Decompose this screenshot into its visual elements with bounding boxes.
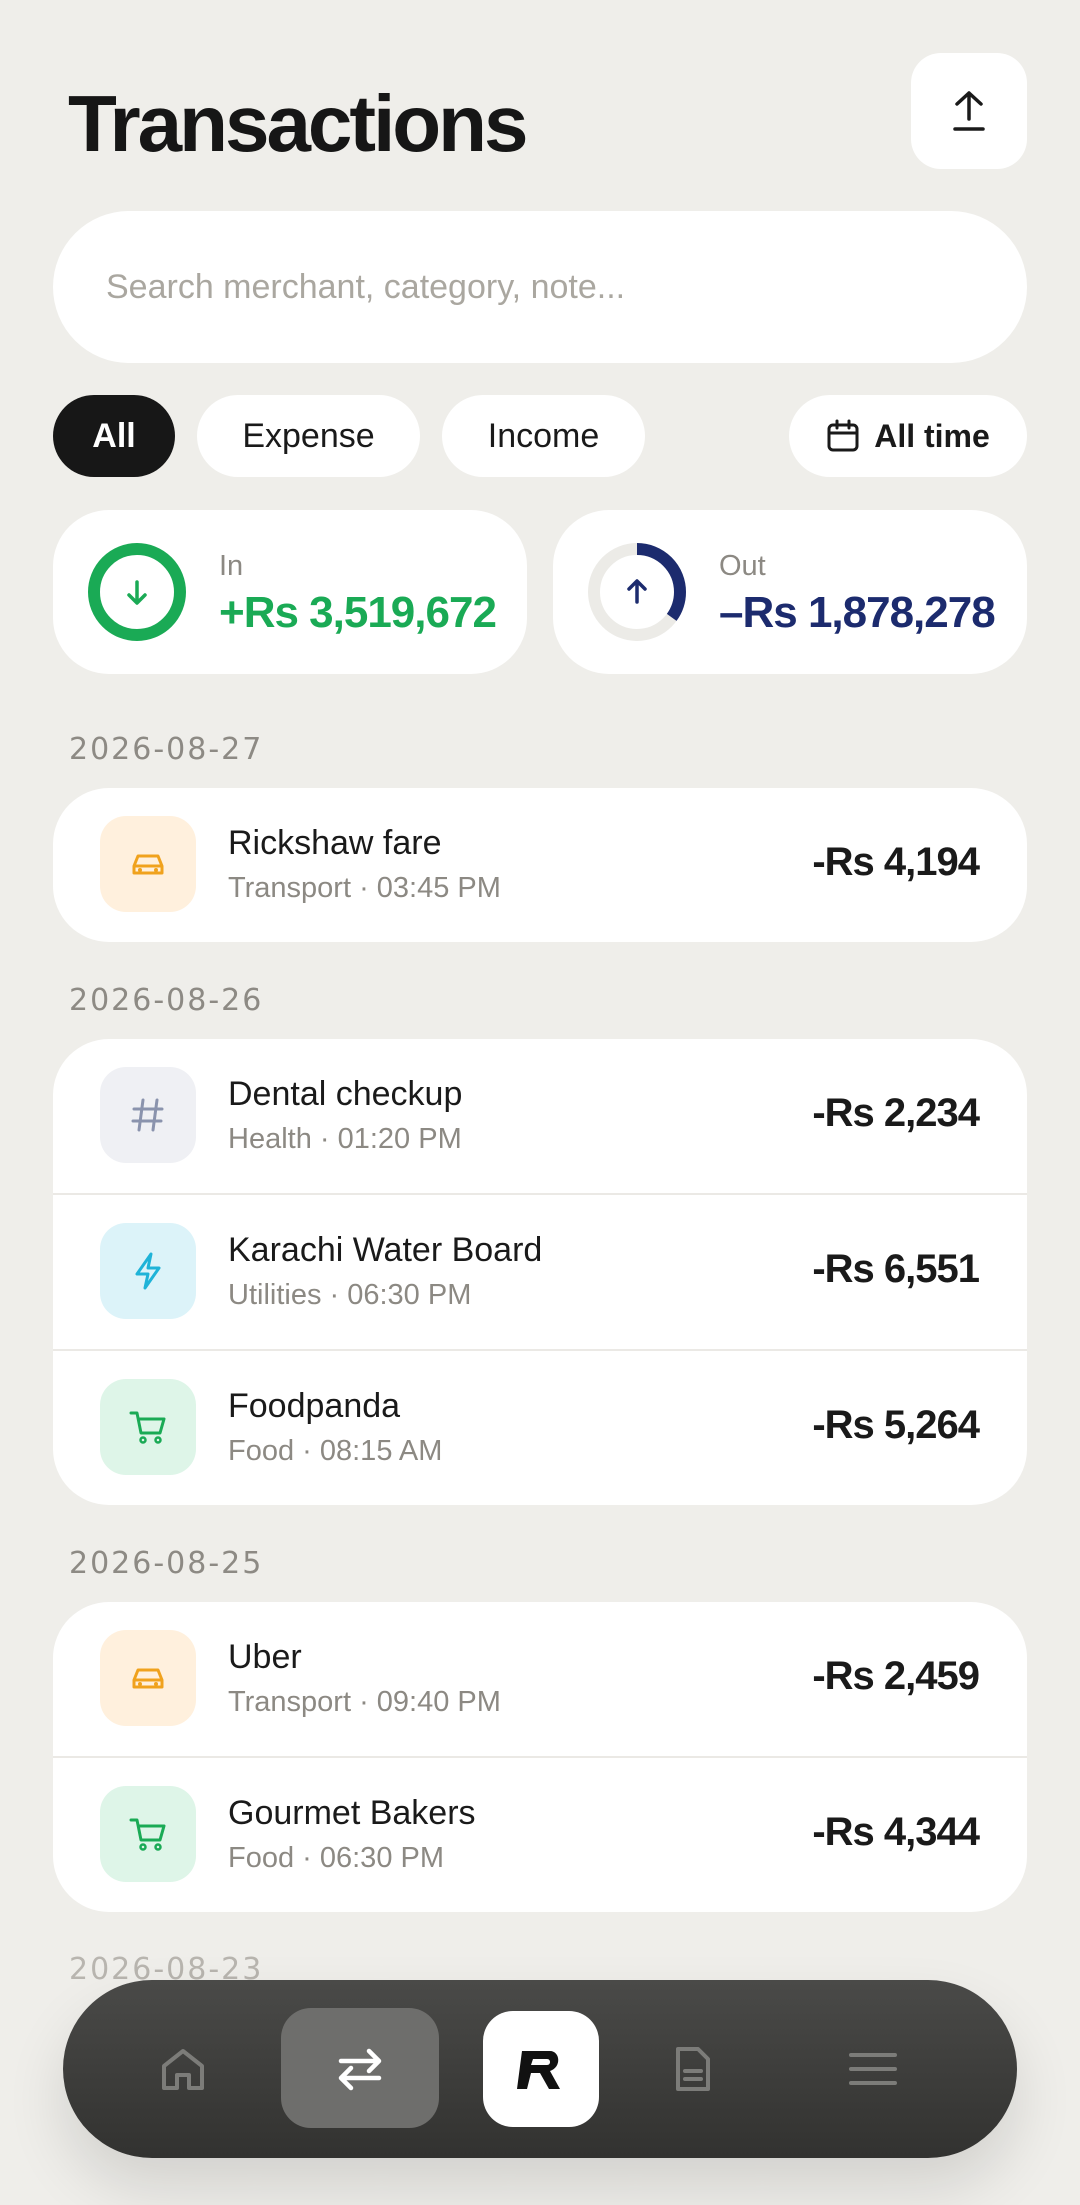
nav-home[interactable]	[123, 1980, 243, 2158]
transaction-row[interactable]: Uber Transport · 09:40 PM -Rs 2,459	[53, 1602, 1027, 1756]
transaction-row[interactable]: Rickshaw fare Transport · 03:45 PM -Rs 4…	[53, 788, 1027, 942]
filter-chip-label: Income	[487, 416, 600, 455]
date-header: 2026-08-25	[69, 1546, 264, 1581]
date-range-button[interactable]: All time	[789, 395, 1027, 477]
page-title: Transactions	[68, 79, 529, 168]
transaction-amount: -Rs 4,194	[812, 840, 980, 884]
transaction-amount: -Rs 2,234	[812, 1091, 980, 1135]
transfer-icon	[338, 2048, 382, 2091]
date-range-label: All time	[874, 417, 990, 454]
filter-chip-all[interactable]: All	[53, 395, 175, 477]
bolt-icon	[100, 1223, 196, 1319]
transaction-title: Karachi Water Board	[228, 1231, 543, 1269]
summary-in-value: +Rs 3,519,672	[219, 588, 497, 637]
summary-out-label: Out	[719, 550, 766, 582]
search-input[interactable]: Search merchant, category, note...	[53, 211, 1027, 363]
filter-chip-label: Expense	[242, 416, 375, 455]
nav-transactions[interactable]	[281, 1980, 439, 2158]
transaction-title: Dental checkup	[228, 1075, 463, 1113]
menu-icon	[849, 2053, 897, 2085]
transaction-group: Dental checkup Health · 01:20 PM -Rs 2,2…	[53, 1039, 1027, 1505]
cart-icon	[100, 1786, 196, 1882]
summary-in-label: In	[219, 550, 244, 582]
transaction-row[interactable]: Gourmet Bakers Food · 06:30 PM -Rs 4,344	[53, 1756, 1027, 1912]
home-icon	[162, 2049, 204, 2090]
transaction-amount: -Rs 5,264	[812, 1403, 980, 1447]
transaction-amount: -Rs 4,344	[812, 1810, 980, 1854]
summary-out-value: –Rs 1,878,278	[719, 588, 996, 637]
hash-icon	[100, 1067, 196, 1163]
arrow-down-icon	[127, 580, 147, 605]
transaction-subtitle: Utilities · 06:30 PM	[228, 1279, 472, 1311]
transaction-subtitle: Food · 08:15 AM	[228, 1435, 443, 1467]
date-header: 2026-08-26	[69, 983, 264, 1018]
summary-in-card: In +Rs 3,519,672	[53, 510, 527, 674]
transaction-group: Rickshaw fare Transport · 03:45 PM -Rs 4…	[53, 788, 1027, 942]
nav-app-logo[interactable]	[483, 2011, 599, 2127]
expense-ring	[588, 543, 686, 641]
nav-reports[interactable]	[633, 1980, 753, 2158]
transaction-subtitle: Food · 06:30 PM	[228, 1842, 444, 1874]
transaction-title: Uber	[228, 1638, 302, 1676]
transaction-row[interactable]: Foodpanda Food · 08:15 AM -Rs 5,264	[53, 1349, 1027, 1505]
transaction-title: Rickshaw fare	[228, 824, 442, 862]
transaction-subtitle: Transport · 09:40 PM	[228, 1686, 501, 1718]
transaction-amount: -Rs 2,459	[812, 1654, 980, 1698]
filter-chip-label: All	[92, 416, 136, 455]
bottom-nav	[63, 1980, 1017, 2158]
car-icon	[100, 1630, 196, 1726]
search-placeholder: Search merchant, category, note...	[106, 267, 626, 306]
transaction-amount: -Rs 6,551	[812, 1247, 980, 1291]
document-icon	[676, 2047, 710, 2091]
header: Transactions	[0, 0, 1080, 200]
transaction-title: Gourmet Bakers	[228, 1794, 476, 1832]
income-ring	[88, 543, 186, 641]
transaction-subtitle: Transport · 03:45 PM	[228, 872, 501, 904]
cart-icon	[100, 1379, 196, 1475]
date-header: 2026-08-27	[69, 732, 264, 767]
upload-icon	[953, 91, 985, 131]
arrow-up-icon	[627, 579, 647, 604]
filter-chip-expense[interactable]: Expense	[197, 395, 420, 477]
transaction-row[interactable]: Dental checkup Health · 01:20 PM -Rs 2,2…	[53, 1039, 1027, 1193]
transaction-subtitle: Health · 01:20 PM	[228, 1123, 462, 1155]
car-icon	[100, 816, 196, 912]
transaction-title: Foodpanda	[228, 1387, 401, 1425]
transaction-row[interactable]: Karachi Water Board Utilities · 06:30 PM…	[53, 1193, 1027, 1349]
transaction-group: Uber Transport · 09:40 PM -Rs 2,459 Gour…	[53, 1602, 1027, 1912]
filter-chip-income[interactable]: Income	[442, 395, 645, 477]
summary-out-card: Out –Rs 1,878,278	[553, 510, 1027, 674]
nav-menu[interactable]	[813, 1980, 933, 2158]
calendar-icon	[827, 419, 859, 452]
app-logo-icon	[517, 2051, 560, 2089]
export-button[interactable]	[911, 53, 1027, 169]
